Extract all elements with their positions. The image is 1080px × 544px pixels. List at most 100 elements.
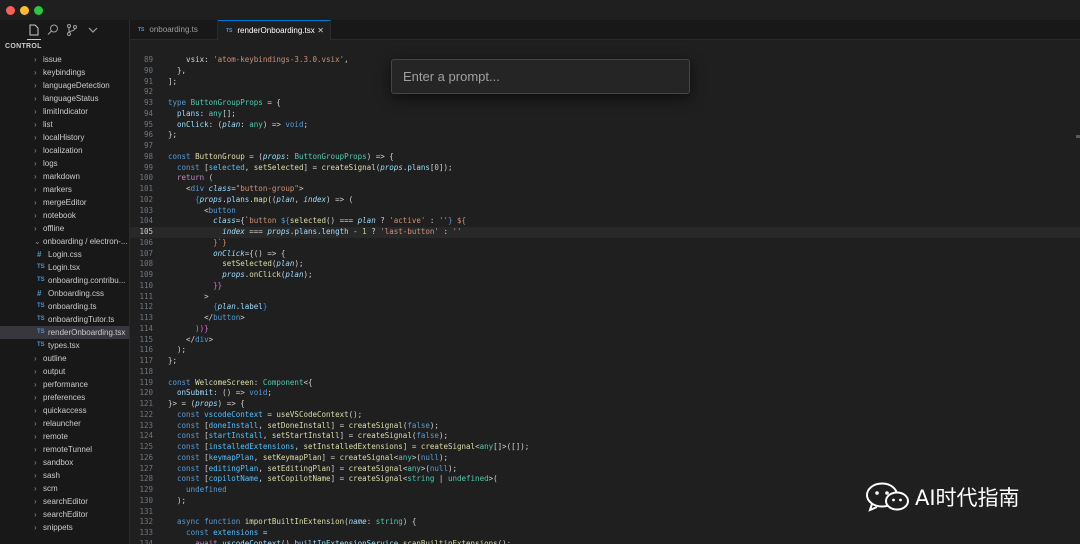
minimize-window-button[interactable] xyxy=(20,6,29,15)
code-line[interactable]: 112 {plan.label} xyxy=(130,302,1080,313)
code-line[interactable]: 100 return ( xyxy=(130,173,1080,184)
tree-item[interactable]: › limitIndicator xyxy=(0,105,129,118)
code-line[interactable]: 106 }`} xyxy=(130,238,1080,249)
code-line[interactable]: 110 }} xyxy=(130,281,1080,292)
code-text: class={`button ${selected() === plan ? '… xyxy=(213,216,467,226)
tree-item[interactable]: › keybindings xyxy=(0,66,129,79)
code-line[interactable]: 123 const [doneInstall, setDoneInstall] … xyxy=(130,421,1080,432)
tree-item[interactable]: › languageStatus xyxy=(0,92,129,105)
close-icon[interactable]: ✕ xyxy=(317,21,324,41)
tree-item[interactable]: TS onboarding.ts xyxy=(0,300,129,313)
tree-item[interactable]: › remote xyxy=(0,430,129,443)
code-line[interactable]: 111 > xyxy=(130,292,1080,303)
code-line[interactable]: 125 const [installedExtensions, setInsta… xyxy=(130,442,1080,453)
tree-item[interactable]: › snippets xyxy=(0,521,129,534)
code-line[interactable]: 104 class={`button ${selected() === plan… xyxy=(130,216,1080,227)
tree-item[interactable]: › output xyxy=(0,365,129,378)
code-line[interactable]: 98 const ButtonGroup = (props: ButtonGrou… xyxy=(130,152,1080,163)
code-line[interactable]: 114 ))} xyxy=(130,324,1080,335)
tab-onboarding-ts[interactable]: TS onboarding.ts xyxy=(130,20,218,40)
tree-item[interactable]: › notebook xyxy=(0,209,129,222)
tree-item[interactable]: › performance xyxy=(0,378,129,391)
code-line[interactable]: 127 const [editingPlan, setEditingPlan] … xyxy=(130,464,1080,475)
tab-renderonboarding-tsx[interactable]: TS renderOnboarding.tsx ✕ xyxy=(218,20,331,40)
code-line[interactable]: 132 async function importBuiltInExtensio… xyxy=(130,517,1080,528)
prompt-input[interactable] xyxy=(397,65,684,88)
code-line[interactable]: 109 props.onClick(plan); xyxy=(130,270,1080,281)
close-window-button[interactable] xyxy=(6,6,15,15)
tab-bar: TS onboarding.ts TS renderOnboarding.tsx ✕ xyxy=(130,20,1080,40)
code-line[interactable]: 102 {props.plans.map((plan, index) => ( xyxy=(130,195,1080,206)
tree-item[interactable]: › searchEditor xyxy=(0,495,129,508)
code-line[interactable]: 117}; xyxy=(130,356,1080,367)
tree-item[interactable]: # Login.css xyxy=(0,248,129,261)
code-line[interactable]: 99 const [selected, setSelected] = creat… xyxy=(130,163,1080,174)
code-lines: 89 vsix: 'atom-keybindings-3.3.0.vsix', 9… xyxy=(130,55,1080,544)
tree-item[interactable]: › preferences xyxy=(0,391,129,404)
code-text: </button> xyxy=(168,313,245,322)
chevron-right-icon: › xyxy=(34,380,37,389)
tree-item-label: keybindings xyxy=(43,68,86,77)
files-icon[interactable] xyxy=(27,23,41,37)
code-line[interactable]: 115 </div> xyxy=(130,335,1080,346)
tree-item[interactable]: › logs xyxy=(0,157,129,170)
code-line[interactable]: 94 plans: any[]; xyxy=(130,109,1080,120)
code-line[interactable]: 133 const extensions = xyxy=(130,528,1080,539)
code-line[interactable]: 116 ); xyxy=(130,345,1080,356)
code-line[interactable]: 93 type ButtonGroupProps = { xyxy=(130,98,1080,109)
tree-item[interactable]: › sash xyxy=(0,469,129,482)
code-editor[interactable]: 89 vsix: 'atom-keybindings-3.3.0.vsix', 9… xyxy=(130,41,1080,544)
tree-item[interactable]: › markdown xyxy=(0,170,129,183)
tree-item[interactable]: › markers xyxy=(0,183,129,196)
code-line[interactable]: 134 await vscodeContext().builtInExtensi… xyxy=(130,539,1080,544)
code-line[interactable]: 105 index === props.plans.length - 1 ? '… xyxy=(130,227,1080,238)
code-line[interactable]: 103 <button xyxy=(130,206,1080,217)
tree-item[interactable]: › list xyxy=(0,118,129,131)
tree-item[interactable]: › localization xyxy=(0,144,129,157)
code-line[interactable]: 108 setSelected(plan); xyxy=(130,259,1080,270)
code-line[interactable]: 124 const [startInstall, setStartInstall… xyxy=(130,431,1080,442)
code-line[interactable]: 96}; xyxy=(130,130,1080,141)
code-line[interactable]: 119 const WelcomeScreen: Component<{ xyxy=(130,378,1080,389)
tree-item[interactable]: › relauncher xyxy=(0,417,129,430)
tree-item[interactable]: › scm xyxy=(0,482,129,495)
tree-item[interactable]: ⌄ onboarding / electron-... xyxy=(0,235,129,248)
chevron-right-icon: › xyxy=(34,198,37,207)
code-text: ); xyxy=(168,345,187,355)
maximize-window-button[interactable] xyxy=(34,6,43,15)
code-line[interactable]: 95 onClick: (plan: any) => void; xyxy=(130,120,1080,131)
code-text: const [installedExtensions, setInstalled… xyxy=(168,442,530,451)
tree-item[interactable]: # Onboarding.css xyxy=(0,287,129,300)
code-line[interactable]: 121}> = (props) => { xyxy=(130,399,1080,410)
code-line[interactable]: 118 xyxy=(130,367,1080,378)
code-line[interactable]: 107 onClick={() => { xyxy=(130,249,1080,260)
tree-item[interactable]: › languageDetection xyxy=(0,79,129,92)
tree-item[interactable]: TS Login.tsx xyxy=(0,261,129,274)
source-control-icon[interactable] xyxy=(65,23,79,37)
tree-item[interactable]: › mergeEditor xyxy=(0,196,129,209)
search-icon[interactable] xyxy=(46,23,60,37)
code-line[interactable]: 120 onSubmit: () => void; xyxy=(130,388,1080,399)
tree-item[interactable]: › outline xyxy=(0,352,129,365)
tree-item-label: performance xyxy=(43,380,88,389)
tree-item-selected[interactable]: TS renderOnboarding.tsx xyxy=(0,326,129,339)
tree-item[interactable]: TS onboardingTutor.ts xyxy=(0,313,129,326)
tree-item[interactable]: › sandbox xyxy=(0,456,129,469)
chevron-down-icon[interactable] xyxy=(86,23,100,37)
code-line[interactable]: 122 const vscodeContext = useVSCodeConte… xyxy=(130,410,1080,421)
code-line[interactable]: 101 <div class="button-group"> xyxy=(130,184,1080,195)
editor-scrollbar[interactable] xyxy=(1076,135,1080,138)
tree-item-label: languageStatus xyxy=(43,94,99,103)
code-line[interactable]: 97 xyxy=(130,141,1080,152)
tree-item[interactable]: TS types.tsx xyxy=(0,339,129,352)
tree-item[interactable]: › remoteTunnel xyxy=(0,443,129,456)
sidebar-toolbar xyxy=(0,20,129,40)
tree-item[interactable]: › localHistory xyxy=(0,131,129,144)
tree-item[interactable]: › searchEditor xyxy=(0,508,129,521)
tree-item[interactable]: TS onboarding.contribu... xyxy=(0,274,129,287)
tree-item[interactable]: › quickaccess xyxy=(0,404,129,417)
tree-item[interactable]: › issue xyxy=(0,53,129,66)
tree-item[interactable]: › offline xyxy=(0,222,129,235)
code-line[interactable]: 126 const [keymapPlan, setKeymapPlan] = … xyxy=(130,453,1080,464)
code-line[interactable]: 113 </button> xyxy=(130,313,1080,324)
